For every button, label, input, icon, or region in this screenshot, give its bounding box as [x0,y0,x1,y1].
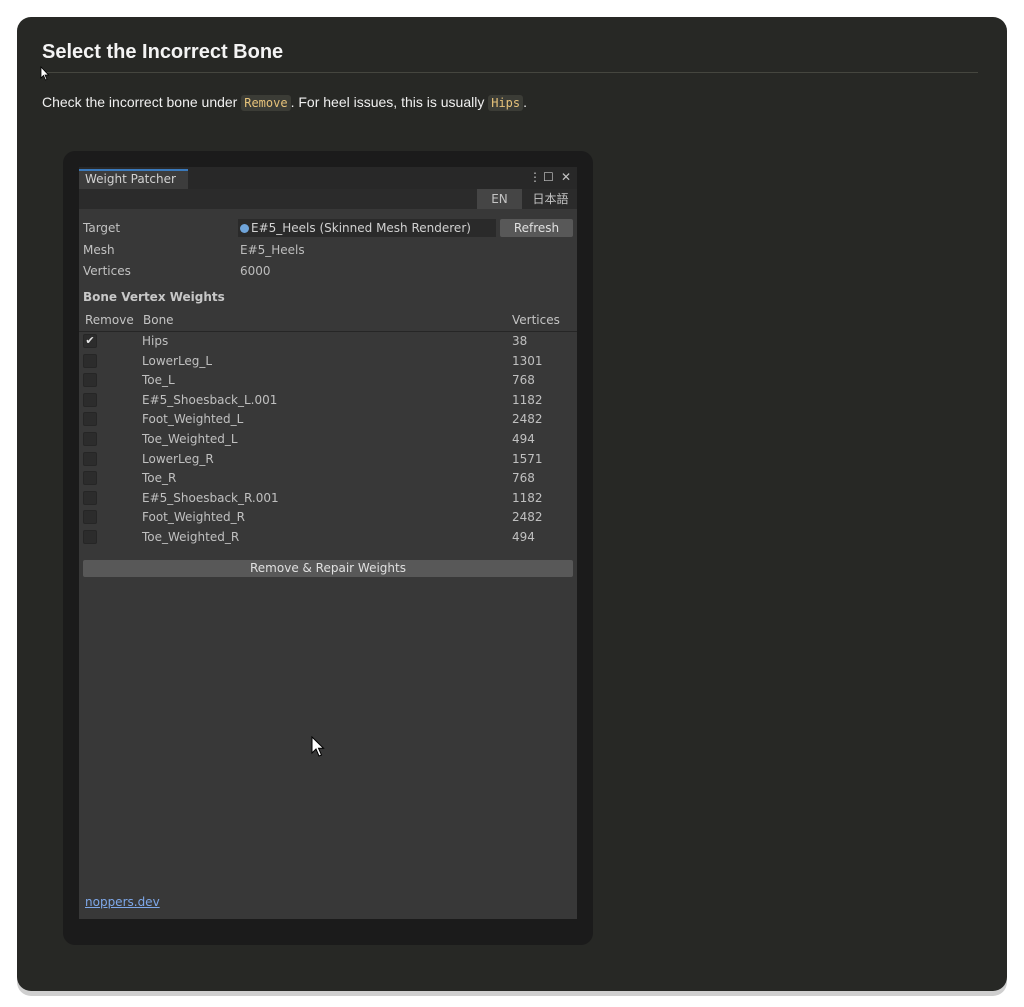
kebab-menu-icon[interactable]: ⋮ [529,170,541,184]
remove-checkbox[interactable] [83,451,97,466]
bone-name: Foot_Weighted_R [142,510,246,525]
table-row: ✔ Hips 38 [79,332,577,352]
bone-name: Foot_Weighted_L [142,412,244,427]
bone-name: E#5_Shoesback_R.001 [142,490,279,505]
bone-vertex-count: 2482 [512,412,543,427]
remove-checkbox[interactable] [83,431,97,446]
screenshot-frame: Weight Patcher ⋮ ☐ ✕ EN 日本語 Target E#5_H… [63,151,593,945]
mouse-cursor-icon [40,66,50,81]
window-titlebar: Weight Patcher ⋮ ☐ ✕ [79,167,577,189]
bone-name: Toe_L [142,373,175,388]
remove-checkbox[interactable] [83,529,97,544]
bone-vertex-count: 494 [512,431,535,446]
intro-text-start: Check the incorrect bone under [42,94,238,110]
table-row: Toe_Weighted_L 494 [79,430,577,450]
mesh-label: Mesh [83,243,115,257]
bone-vertex-count: 1182 [512,490,543,505]
table-header: Remove Bone Vertices [79,309,577,332]
instruction-card: Select the Incorrect Bone Check the inco… [17,17,1007,991]
bone-vertex-count: 1571 [512,451,543,466]
remove-checkbox[interactable] [83,353,97,368]
intro-text-middle: . For heel issues, this is usually [290,94,485,110]
remove-checkbox[interactable] [83,412,97,427]
remove-checkbox[interactable]: ✔ [83,334,97,348]
bone-name: E#5_Shoesback_L.001 [142,392,278,407]
column-remove: Remove [85,313,134,327]
table-row: Toe_L 768 [79,371,577,391]
column-vertices: Vertices [512,313,560,327]
bone-vertex-count: 2482 [512,510,543,525]
table-row: Toe_R 768 [79,469,577,489]
bone-name: LowerLeg_R [142,451,214,466]
vertices-label: Vertices [83,264,131,278]
weight-patcher-window: Weight Patcher ⋮ ☐ ✕ EN 日本語 Target E#5_H… [79,167,577,919]
table-row: LowerLeg_L 1301 [79,352,577,372]
table-row: E#5_Shoesback_L.001 1182 [79,391,577,411]
language-ja-button[interactable]: 日本語 [524,189,577,209]
code-hips: Hips [488,95,524,111]
bone-vertex-count: 768 [512,471,535,486]
maximize-icon[interactable]: ☐ [543,170,554,184]
bone-name: Toe_R [142,471,177,486]
remove-checkbox[interactable] [83,373,97,388]
mesh-value: E#5_Heels [240,243,305,257]
page-title: Select the Incorrect Bone [42,41,284,63]
bone-name: LowerLeg_L [142,353,213,368]
bone-vertex-count: 1301 [512,353,543,368]
remove-repair-button[interactable]: Remove & Repair Weights [83,560,573,577]
language-bar: EN 日本語 [79,189,577,209]
skinned-mesh-icon [240,224,249,233]
table-row: LowerLeg_R 1571 [79,450,577,470]
footer-link[interactable]: noppers.dev [85,895,160,909]
table-row: Foot_Weighted_R 2482 [79,508,577,528]
bone-name: Toe_Weighted_L [142,431,238,446]
code-remove: Remove [241,95,291,111]
column-bone: Bone [143,313,174,327]
intro-text-end: . [523,94,528,110]
table-row: Foot_Weighted_L 2482 [79,410,577,430]
language-en-button[interactable]: EN [477,189,522,209]
vertices-value: 6000 [240,264,271,278]
checkmark-icon: ✔ [85,334,95,347]
bone-vertex-count: 768 [512,373,535,388]
remove-checkbox[interactable] [83,510,97,525]
close-icon[interactable]: ✕ [561,170,571,184]
target-object-field[interactable]: E#5_Heels (Skinned Mesh Renderer) [238,219,496,237]
bone-name: Hips [142,334,169,348]
remove-checkbox[interactable] [83,490,97,505]
mouse-pointer-icon [311,736,325,757]
bone-vertex-count: 494 [512,529,535,544]
bone-vertex-count: 1182 [512,392,543,407]
refresh-button[interactable]: Refresh [500,219,573,237]
window-tab[interactable]: Weight Patcher [79,169,188,189]
bone-list: ✔ Hips 38 LowerLeg_L 1301 Toe_L 768 E#5_Shoesba… [79,332,577,548]
remove-checkbox[interactable] [83,392,97,407]
target-label: Target [83,221,121,235]
bone-vertex-count: 38 [512,334,528,348]
section-title: Bone Vertex Weights [83,290,225,304]
bone-name: Toe_Weighted_R [142,529,240,544]
title-divider [42,72,978,73]
target-value: E#5_Heels (Skinned Mesh Renderer) [251,221,471,235]
remove-checkbox[interactable] [83,471,97,486]
instruction-text: Check the incorrect bone under Remove. F… [42,94,528,111]
table-row: E#5_Shoesback_R.001 1182 [79,489,577,509]
table-row: Toe_Weighted_R 494 [79,528,577,548]
